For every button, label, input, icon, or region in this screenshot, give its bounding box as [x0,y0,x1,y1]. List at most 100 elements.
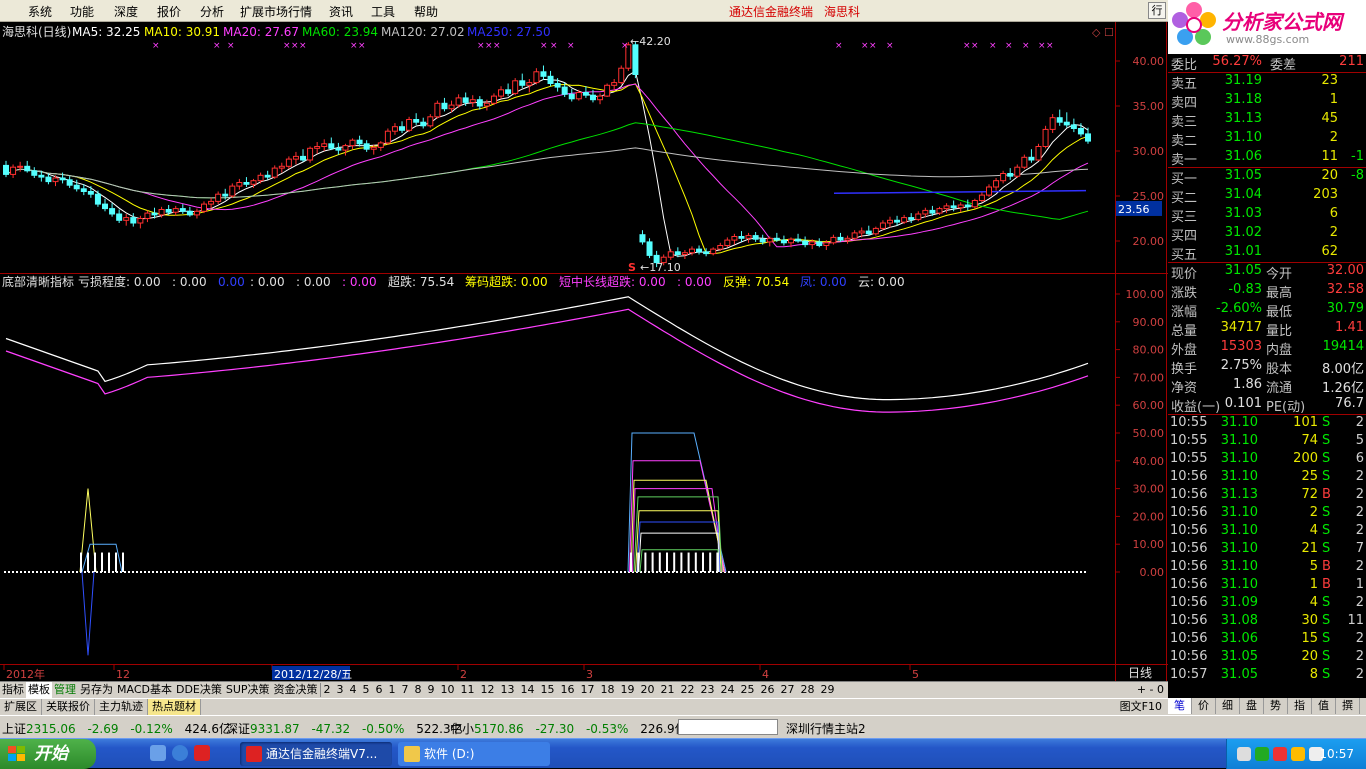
indicator-tab[interactable]: 另存为 [78,682,115,698]
right-tab[interactable]: 细 [1216,698,1240,714]
template-number-tab[interactable]: 1 [386,682,399,698]
candle [512,80,519,94]
template-number-tab[interactable]: 12 [478,682,498,698]
indicator-tab[interactable]: 资金决策 [272,682,320,698]
template-number-tab[interactable]: 16 [558,682,578,698]
zoom-controls[interactable]: + - 0 [1135,682,1166,698]
template-number-tab[interactable]: 25 [738,682,758,698]
buy-level-row[interactable]: 买一 31.05 20 -8 [1168,168,1366,187]
template-number-tab[interactable]: 11 [458,682,478,698]
tray-icon-2[interactable] [1255,747,1269,761]
sell-level-row[interactable]: 卖一 31.06 11 -1 [1168,149,1366,168]
ie-icon[interactable] [172,745,188,761]
candle [985,186,992,196]
signal-star-marker: × [485,41,493,51]
indicator-tab[interactable]: MACD基本 [115,682,174,698]
right-tab[interactable]: 指 [1288,698,1312,714]
menu-depth[interactable]: 深度 [114,3,138,20]
sell-level-row[interactable]: 卖四 31.18 1 [1168,92,1366,111]
indicator-tab[interactable]: 模板 [26,682,52,698]
tray-icon-4[interactable] [1291,747,1305,761]
candle [1042,128,1049,148]
tray-icon-3[interactable] [1273,747,1287,761]
template-number-tab[interactable]: 21 [658,682,678,698]
template-number-tab[interactable]: 22 [678,682,698,698]
menu-help[interactable]: 帮助 [414,3,438,20]
template-number-tab[interactable]: 28 [798,682,818,698]
taskbar-folder-window[interactable]: 软件 (D:) [398,742,550,766]
buy-level-row[interactable]: 买四 31.02 2 [1168,225,1366,244]
buy-level-row[interactable]: 买三 31.03 6 [1168,206,1366,225]
template-number-tab[interactable]: 23 [698,682,718,698]
ma-legend-item: MA5: 32.25 [72,25,140,39]
menu-tools[interactable]: 工具 [371,3,395,20]
right-tab[interactable]: 势 [1264,698,1288,714]
template-number-tab[interactable]: 6 [373,682,386,698]
template-number-tab[interactable]: 7 [399,682,412,698]
right-tab[interactable]: 值 [1312,698,1336,714]
tray-icon-1[interactable] [1237,747,1251,761]
menu-extended-market[interactable]: 扩展市场行情 [240,3,312,20]
template-number-tab[interactable]: 13 [498,682,518,698]
template-number-tab[interactable]: 9 [425,682,438,698]
direction: S [1322,469,1331,484]
menu-quote[interactable]: 报价 [157,3,181,20]
template-number-tab[interactable]: 20 [638,682,658,698]
buy-level-row[interactable]: 买二 31.04 203 [1168,187,1366,206]
template-number-tab[interactable]: 2 [321,682,334,698]
template-number-tab[interactable]: 14 [518,682,538,698]
buy-level-row[interactable]: 买五 31.01 62 [1168,244,1366,263]
show-desktop-icon[interactable] [150,745,166,761]
indicator-tab[interactable]: 管理 [52,682,78,698]
candle [1049,117,1056,130]
candle [823,242,830,247]
index-item[interactable]: 上证2315.06 -2.69 -0.12% 424.6亿 [2,720,231,737]
right-tab[interactable]: 盘 [1240,698,1264,714]
menu-news[interactable]: 资讯 [329,3,353,20]
template-number-tab[interactable]: 8 [412,682,425,698]
indicator-tab-bar: 指标 模板 管理 另存为 MACD基本 DDE决策 SUP决策 资金决策 2 3 4 5 6 1 7 8 9 10… [0,681,1168,698]
candle [80,188,87,193]
menu-system[interactable]: 系统 [28,3,52,20]
sell-level-row[interactable]: 卖三 31.13 45 [1168,111,1366,130]
sell-level-row[interactable]: 卖二 31.10 2 [1168,130,1366,149]
index-item[interactable]: 中小5170.86 -27.30 -0.53% 226.9亿 [450,720,687,737]
f10-button[interactable]: 图文F10 [1116,699,1166,715]
right-tab[interactable]: 撰 [1336,698,1360,714]
template-number-tab[interactable]: 15 [538,682,558,698]
template-number-tab[interactable]: 10 [438,682,458,698]
period-label[interactable]: 日线 [1128,666,1152,680]
chart-area[interactable]: 40.0035.0030.0025.0020.0023.56←42.20←17.… [0,22,1168,688]
ext-tab-hot[interactable]: 热点题材 [148,699,201,715]
window-tab-button[interactable]: 行 [1148,2,1166,19]
template-number-tab[interactable]: 17 [578,682,598,698]
chart-settings-icon[interactable]: ◇ ☐ [1092,26,1114,39]
start-button[interactable]: 开始 [0,739,96,769]
menu-function[interactable]: 功能 [70,3,94,20]
template-number-tab[interactable]: 26 [758,682,778,698]
ext-tab-related[interactable]: 关联报价 [42,699,95,715]
template-number-tab[interactable]: 29 [818,682,838,698]
tdx-quick-icon[interactable] [194,745,210,761]
indicator-tab[interactable]: SUP决策 [224,682,272,698]
index-item[interactable]: 深证9331.87 -47.32 -0.50% 522.3亿 [226,720,463,737]
template-number-tab[interactable]: 27 [778,682,798,698]
ext-tab-mainforce[interactable]: 主力轨迹 [95,699,148,715]
template-number-tab[interactable]: 3 [334,682,347,698]
right-tab[interactable]: 价 [1192,698,1216,714]
right-tab[interactable]: 笔 [1168,698,1192,714]
indicator-tab[interactable]: 指标 [0,682,26,698]
sell-level-row[interactable]: 卖五 31.19 23 [1168,73,1366,92]
indicator-tab[interactable]: DDE决策 [174,682,224,698]
template-number-tab[interactable]: 19 [618,682,638,698]
template-number-tab[interactable]: 5 [360,682,373,698]
candle [1085,133,1091,142]
template-number-tab[interactable]: 24 [718,682,738,698]
ext-tab-area[interactable]: 扩展区 [0,699,42,715]
taskbar-tdx-window[interactable]: 通达信金融终端V7... [240,742,392,766]
menu-analysis[interactable]: 分析 [200,3,224,20]
volume: 15 [1301,631,1318,646]
price: 31.10 [1220,577,1258,592]
template-number-tab[interactable]: 4 [347,682,360,698]
template-number-tab[interactable]: 18 [598,682,618,698]
